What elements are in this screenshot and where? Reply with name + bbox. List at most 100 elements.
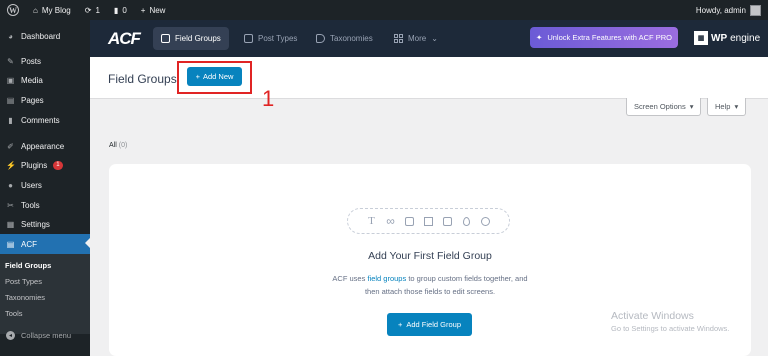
pages-icon: ▤ bbox=[6, 95, 15, 105]
brush-icon: ✐ bbox=[7, 141, 14, 151]
add-new-label: Add New bbox=[202, 72, 234, 81]
desc-text: ACF uses bbox=[332, 274, 366, 283]
submenu-post-types[interactable]: Post Types bbox=[5, 277, 42, 286]
sparkle-icon: ✦ bbox=[536, 33, 543, 42]
sidebar-item-tools[interactable]: ✂ Tools bbox=[0, 196, 90, 214]
sidebar-item-settings[interactable]: ▦ Settings bbox=[0, 215, 90, 233]
sidebar-item-pages[interactable]: ▤ Pages bbox=[0, 91, 90, 109]
wp-engine-engine-text: engine bbox=[730, 32, 761, 44]
submenu-taxonomies[interactable]: Taxonomies bbox=[5, 293, 45, 302]
sidebar-item-media[interactable]: ▣ Media bbox=[0, 71, 90, 89]
plug-icon: ⚡ bbox=[6, 160, 16, 170]
sidebar-item-dashboard[interactable]: ◕ Dashboard bbox=[0, 27, 90, 45]
tab-label: Field Groups bbox=[175, 34, 221, 43]
wp-engine-mark-icon: ▦ bbox=[694, 31, 708, 45]
filter-all-link[interactable]: All (0) bbox=[109, 142, 127, 149]
updates-menu[interactable]: ⟳ 1 bbox=[78, 0, 107, 20]
comment-icon: ▮ bbox=[8, 115, 13, 125]
admin-bar: W ⌂ My Blog ⟳ 1 ▮ 0 + New Howdy, admin bbox=[0, 0, 768, 20]
pro-button-label: Unlock Extra Features with ACF PRO bbox=[547, 33, 672, 42]
acf-nav-bar: ACF Field Groups Post Types Taxonomies M… bbox=[90, 20, 768, 57]
tab-more[interactable]: More ⌄ bbox=[386, 27, 446, 50]
wp-engine-wp-text: WP bbox=[711, 32, 728, 44]
submenu-tools[interactable]: Tools bbox=[5, 309, 23, 318]
new-label: New bbox=[149, 5, 166, 15]
settings-icon: ▦ bbox=[6, 219, 15, 229]
link-icon: ∞ bbox=[386, 214, 395, 228]
filter-all-count: (0) bbox=[118, 142, 128, 149]
watermark-title: Activate Windows bbox=[611, 310, 694, 322]
field-groups-link[interactable]: field groups bbox=[367, 274, 406, 283]
plus-icon: + bbox=[140, 5, 146, 15]
pin-icon: ✎ bbox=[7, 56, 14, 66]
sidebar-item-plugins[interactable]: ⚡ Plugins 1 bbox=[0, 156, 90, 174]
sidebar-item-label: Comments bbox=[21, 115, 60, 125]
collapse-menu-label: Collapse menu bbox=[21, 331, 72, 340]
site-name-menu[interactable]: ⌂ My Blog bbox=[26, 0, 78, 20]
sidebar-item-label: Posts bbox=[21, 56, 42, 66]
submenu-field-groups[interactable]: Field Groups bbox=[5, 261, 51, 270]
sidebar-item-label: ACF bbox=[21, 239, 37, 249]
add-field-group-button[interactable]: + Add Field Group bbox=[387, 313, 472, 336]
account-menu[interactable]: Howdy, admin bbox=[689, 0, 768, 20]
desc-text: to group custom fields together, and bbox=[408, 274, 528, 283]
new-content-menu[interactable]: + New bbox=[134, 0, 173, 20]
grid-icon bbox=[394, 34, 403, 43]
field-groups-icon bbox=[161, 34, 170, 43]
tab-label: More bbox=[408, 34, 427, 43]
dashboard-icon: ◕ bbox=[8, 31, 13, 41]
greeting-label: Howdy, admin bbox=[695, 5, 746, 15]
sidebar-item-comments[interactable]: ▮ Comments bbox=[0, 111, 90, 129]
updates-icon: ⟳ bbox=[84, 5, 92, 15]
tab-label: Post Types bbox=[258, 34, 298, 43]
caret-down-icon: ▾ bbox=[689, 102, 694, 111]
screen-options-label: Screen Options bbox=[634, 102, 686, 111]
wp-logo-menu[interactable]: W bbox=[0, 0, 26, 20]
sidebar-item-users[interactable]: ● Users bbox=[0, 176, 90, 194]
acf-icon: ▤ bbox=[6, 239, 15, 249]
add-new-button[interactable]: + Add New bbox=[187, 67, 242, 86]
sidebar-item-posts[interactable]: ✎ Posts bbox=[0, 52, 90, 70]
wp-engine-logo[interactable]: ▦ WP engine bbox=[694, 31, 760, 45]
active-indicator bbox=[85, 238, 90, 248]
help-label: Help bbox=[715, 102, 731, 111]
wrench-icon: ✂ bbox=[7, 200, 14, 210]
collapse-arrow-icon: ◂ bbox=[6, 331, 15, 340]
caret-down-icon: ▾ bbox=[734, 102, 739, 111]
calendar-icon bbox=[442, 216, 453, 227]
sidebar-item-appearance[interactable]: ✐ Appearance bbox=[0, 137, 90, 155]
sidebar-item-label: Tools bbox=[21, 200, 40, 210]
unlock-acf-pro-button[interactable]: ✦ Unlock Extra Features with ACF PRO bbox=[530, 27, 678, 48]
sidebar-item-label: Plugins bbox=[21, 160, 48, 170]
map-icon bbox=[423, 216, 434, 227]
site-name: My Blog bbox=[41, 5, 71, 15]
desc-text: then attach those fields to edit screens… bbox=[364, 287, 496, 296]
sidebar-item-label: Users bbox=[21, 180, 42, 190]
help-button[interactable]: Help ▾ bbox=[707, 98, 747, 116]
user-icon: ● bbox=[8, 180, 13, 190]
add-field-group-label: Add Field Group bbox=[406, 320, 461, 329]
tab-post-types[interactable]: Post Types bbox=[236, 27, 305, 50]
color-drop-icon bbox=[461, 216, 472, 227]
comments-menu[interactable]: ▮ 0 bbox=[107, 0, 134, 20]
tag-icon bbox=[316, 34, 325, 43]
sidebar-item-acf[interactable]: ▤ ACF bbox=[0, 234, 90, 254]
text-icon: T bbox=[368, 215, 375, 227]
tab-taxonomies[interactable]: Taxonomies bbox=[308, 27, 381, 50]
collapse-menu-button[interactable]: ◂ Collapse menu bbox=[6, 331, 71, 340]
comment-bubble-icon: ▮ bbox=[113, 5, 119, 15]
activate-windows-watermark: Activate Windows Go to Settings to activ… bbox=[611, 310, 729, 333]
sidebar-item-label: Media bbox=[21, 75, 43, 85]
media-icon: ▣ bbox=[6, 75, 15, 85]
plugins-update-badge: 1 bbox=[53, 160, 63, 170]
field-type-icons: T ∞ bbox=[347, 208, 510, 234]
chevron-down-icon: ⌄ bbox=[431, 34, 438, 43]
screen-options-button[interactable]: Screen Options ▾ bbox=[626, 98, 702, 116]
tab-field-groups[interactable]: Field Groups bbox=[153, 27, 229, 50]
page-header: Field Groups + Add New bbox=[90, 57, 768, 99]
comments-count: 0 bbox=[122, 5, 127, 15]
home-icon: ⌂ bbox=[33, 5, 38, 15]
updates-count: 1 bbox=[95, 5, 100, 15]
wordpress-icon: W bbox=[7, 4, 19, 16]
sidebar-item-label: Appearance bbox=[21, 141, 65, 151]
